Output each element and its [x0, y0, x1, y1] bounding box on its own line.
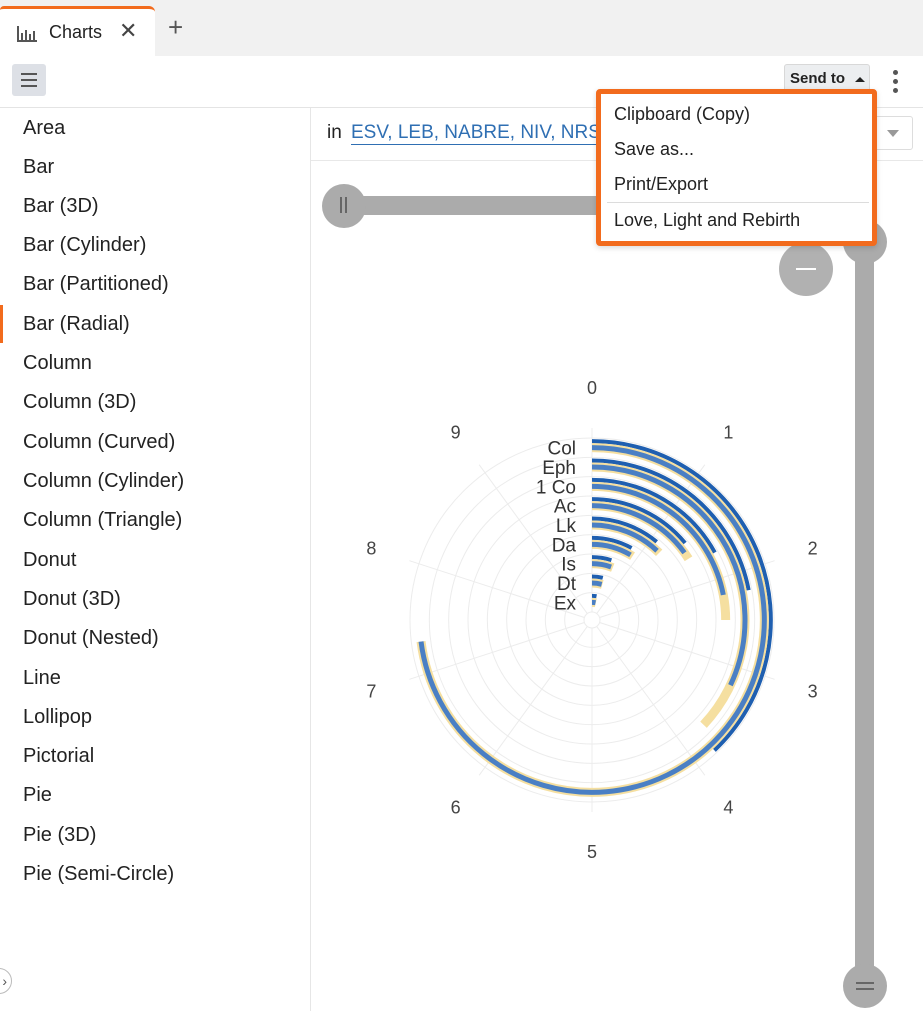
sidebar-item-column-triangle[interactable]: Column (Triangle)	[23, 509, 182, 532]
more-options-icon[interactable]	[890, 68, 902, 96]
sidebar-item-column-curved[interactable]: Column (Curved)	[23, 431, 175, 454]
series-bar-mid[interactable]	[591, 580, 603, 587]
tab-bar: Charts ✕ +	[0, 0, 923, 56]
category-label: Dt	[557, 574, 577, 595]
in-label: in	[327, 122, 342, 143]
category-label: Ex	[554, 593, 577, 614]
menu-item-save-as[interactable]: Save as...	[614, 139, 694, 160]
sidebar-item-column-cylinder[interactable]: Column (Cylinder)	[23, 470, 184, 493]
sidebar-item-line[interactable]: Line	[23, 667, 61, 690]
sidebar-item-bar-cylinder[interactable]: Bar (Cylinder)	[23, 234, 146, 257]
sidebar-item-pictorial[interactable]: Pictorial	[23, 745, 94, 768]
angle-tick-label: 7	[366, 682, 376, 702]
kebab-dot	[893, 79, 898, 84]
sidebar-item-bar-3d[interactable]: Bar (3D)	[23, 195, 99, 218]
category-label: Is	[561, 555, 576, 576]
sidebar-item-donut[interactable]: Donut	[23, 549, 76, 572]
angle-tick-label: 0	[587, 378, 597, 398]
hamburger-icon	[21, 73, 37, 75]
sidebar-item-lollipop[interactable]: Lollipop	[23, 706, 92, 729]
category-label: Eph	[542, 458, 576, 479]
close-icon[interactable]: ✕	[119, 18, 137, 44]
hamburger-menu-button[interactable]	[12, 64, 46, 96]
tab-charts[interactable]: Charts ✕	[0, 6, 155, 56]
sidebar-item-column-3d[interactable]: Column (3D)	[23, 391, 136, 414]
category-label: 1 Co	[536, 477, 576, 498]
radial-bar-chart: 0 1 2 3 4 5 6 7 8 9 ColEph1 CoAcLkDaIsDtEx	[366, 378, 818, 862]
filter-dropdown[interactable]	[871, 116, 913, 150]
angle-tick-label: 1	[723, 422, 733, 442]
send-to-label: Send to	[790, 70, 845, 87]
sidebar-item-donut-nested[interactable]: Donut (Nested)	[23, 627, 159, 650]
bar-chart-icon	[17, 26, 37, 42]
grid-ring	[583, 611, 601, 629]
menu-divider	[607, 202, 869, 203]
grid-spoke	[596, 626, 706, 776]
caret-up-icon	[855, 77, 866, 82]
angle-tick-label: 8	[366, 538, 376, 558]
sidebar-item-area[interactable]: Area	[23, 117, 65, 140]
menu-item-print-export[interactable]: Print/Export	[614, 174, 708, 195]
chevron-down-icon	[887, 130, 899, 137]
angle-tick-label: 5	[587, 842, 597, 862]
angle-tick-label: 9	[451, 422, 461, 442]
sidebar-item-donut-3d[interactable]: Donut (3D)	[23, 588, 121, 611]
add-tab-icon[interactable]: +	[168, 14, 183, 40]
sidebar-item-pie-semi-circle[interactable]: Pie (Semi-Circle)	[23, 863, 174, 886]
category-label: Col	[547, 439, 576, 460]
hamburger-icon-line	[21, 85, 37, 87]
menu-item-clipboard-copy[interactable]: Clipboard (Copy)	[614, 104, 750, 125]
angle-tick-label: 3	[808, 682, 818, 702]
send-to-dropdown: Clipboard (Copy) Save as... Print/Export…	[596, 89, 877, 246]
versions-link[interactable]: ESV, LEB, NABRE, NIV, NRSV	[351, 122, 614, 145]
category-label: Ac	[554, 497, 576, 518]
sidebar-item-pie-3d[interactable]: Pie (3D)	[23, 824, 96, 847]
angle-tick-label: 6	[451, 798, 461, 818]
sidebar-item-bar[interactable]: Bar	[23, 156, 54, 179]
menu-item-love-light-rebirth[interactable]: Love, Light and Rebirth	[614, 210, 800, 231]
sidebar-item-bar-radial[interactable]: Bar (Radial)	[23, 313, 130, 336]
grid-spoke	[478, 626, 588, 776]
sidebar-item-column[interactable]: Column	[23, 352, 92, 375]
angle-tick-label: 4	[723, 798, 733, 818]
tab-title: Charts	[49, 22, 103, 42]
kebab-dot	[893, 70, 898, 75]
chart-type-sidebar: Area Bar Bar (3D) Bar (Cylinder) Bar (Pa…	[0, 108, 311, 1011]
sidebar-item-bar-partitioned[interactable]: Bar (Partitioned)	[23, 273, 169, 296]
sidebar-item-pie[interactable]: Pie	[23, 784, 52, 807]
hamburger-icon-line	[21, 79, 37, 81]
grid-spoke	[409, 621, 585, 680]
angle-tick-label: 2	[808, 538, 818, 558]
category-label: Da	[552, 535, 577, 556]
kebab-dot	[893, 88, 898, 93]
series-bar-dark[interactable]	[591, 574, 604, 580]
active-indicator	[0, 305, 3, 343]
category-label: Lk	[556, 516, 577, 537]
expand-sidebar-icon[interactable]: ›	[0, 968, 12, 994]
